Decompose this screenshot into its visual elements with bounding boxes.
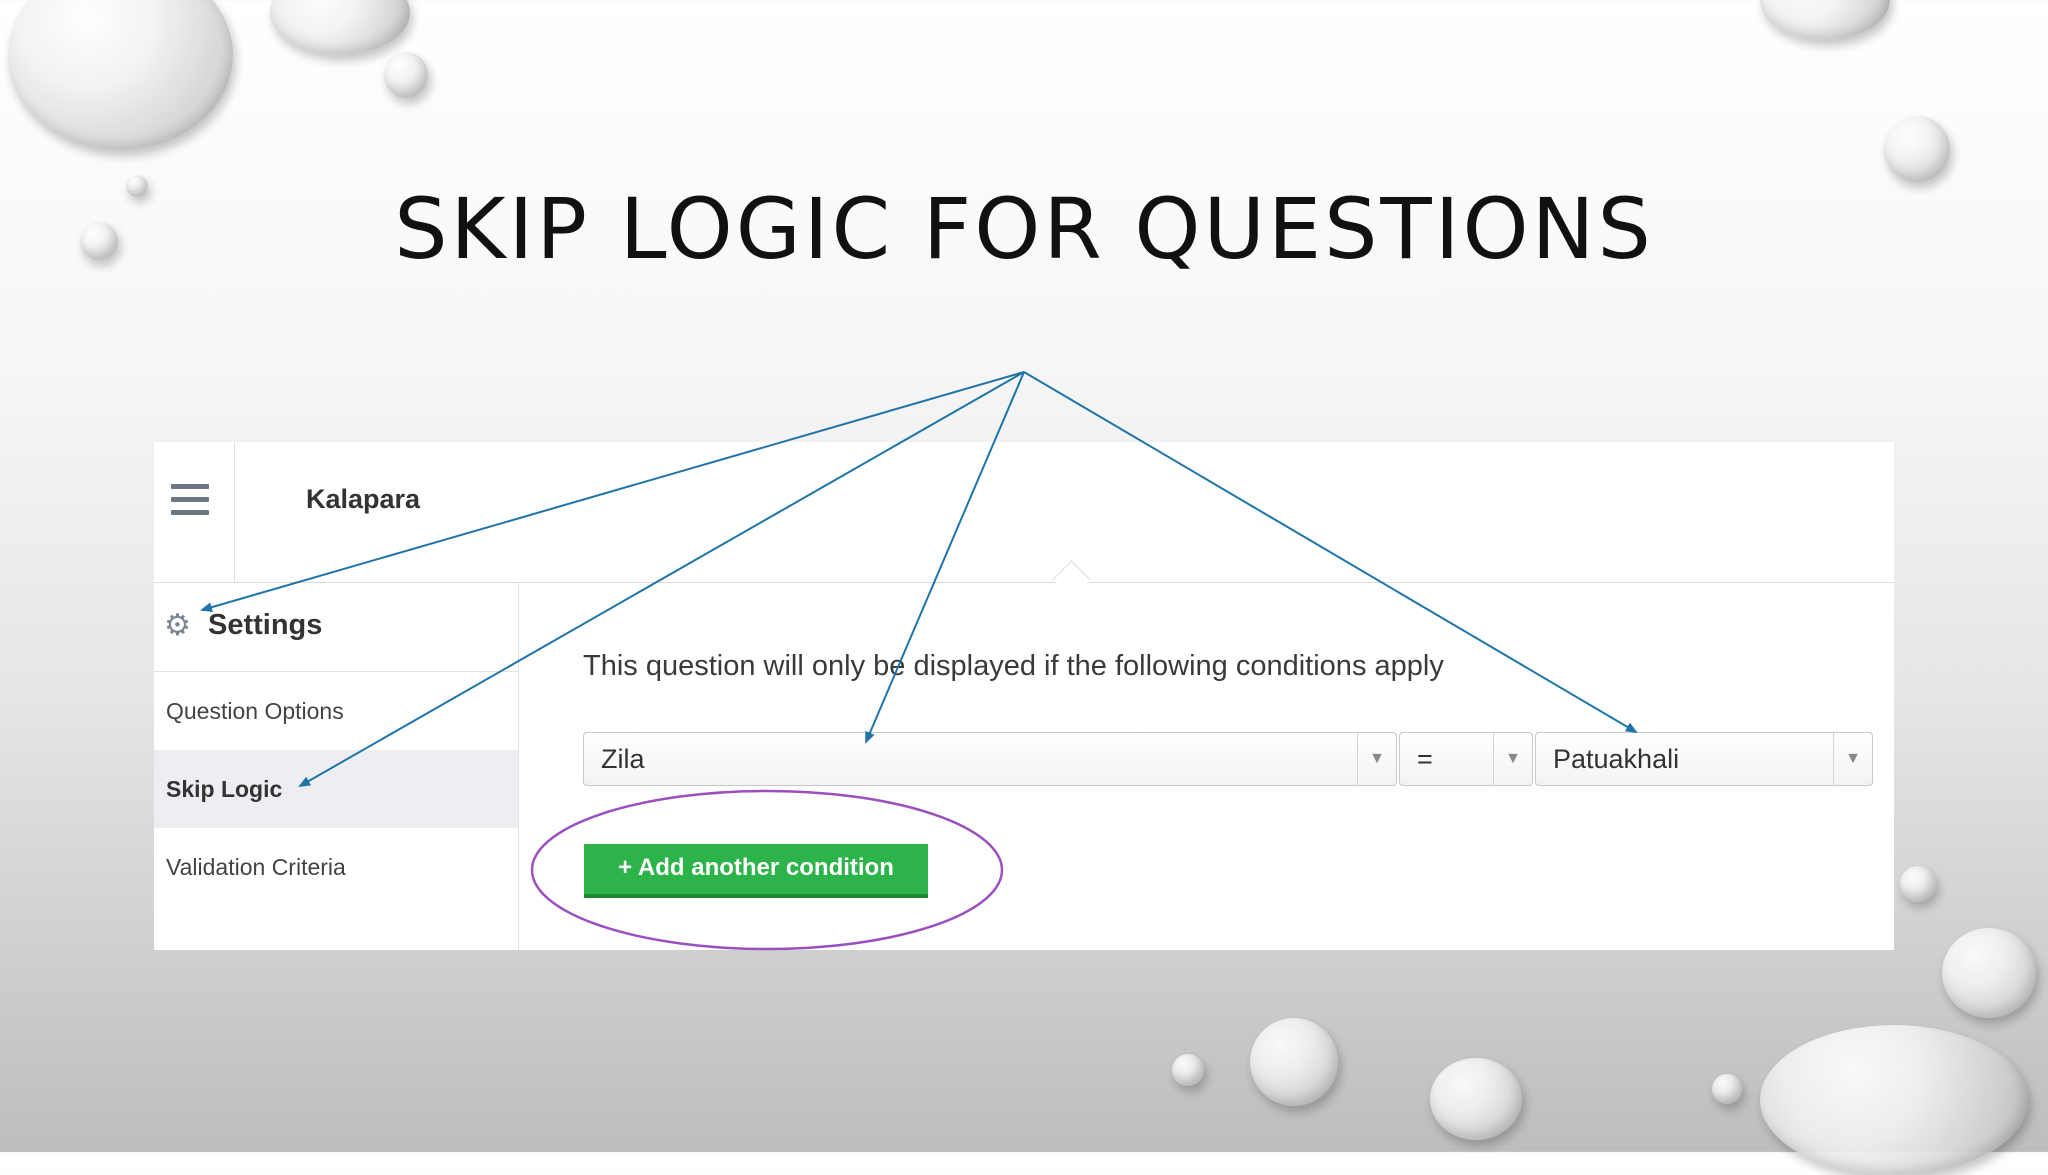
app-header: Kalapara (154, 442, 1894, 583)
sidebar-item-skip-logic[interactable]: Skip Logic (154, 750, 518, 828)
water-droplet (1430, 1058, 1522, 1140)
settings-sidebar: ⚙ Settings Question Options Skip Logic V… (154, 583, 519, 950)
operator-select-value: = (1417, 744, 1433, 774)
skip-logic-description: This question will only be displayed if … (583, 650, 1444, 682)
water-droplet (384, 52, 428, 98)
water-droplet (1942, 928, 2036, 1018)
form-builder-panel: Kalapara ⚙ Settings Question Options Ski… (154, 442, 1894, 950)
water-droplet (1884, 116, 1950, 182)
sidebar-item-validation-criteria[interactable]: Validation Criteria (154, 828, 518, 906)
add-another-condition-button[interactable]: + Add another condition (584, 844, 928, 898)
chevron-down-icon: ▼ (1357, 733, 1396, 785)
question-select-value: Zila (601, 744, 645, 774)
question-select[interactable]: Zila ▼ (583, 732, 1397, 786)
water-droplet (1172, 1054, 1204, 1086)
chevron-down-icon: ▼ (1493, 733, 1532, 785)
settings-label: Settings (208, 609, 323, 641)
water-droplet (1900, 866, 1936, 902)
value-select[interactable]: Patuakhali ▼ (1535, 732, 1873, 786)
settings-heading: ⚙ Settings (154, 583, 518, 672)
water-droplet (1250, 1018, 1338, 1106)
hamburger-menu-icon[interactable] (154, 442, 235, 582)
chevron-down-icon: ▼ (1833, 733, 1872, 785)
value-select-value: Patuakhali (1553, 744, 1680, 774)
slide-title: SKIP LOGIC FOR QUESTIONS (394, 180, 1654, 278)
project-name: Kalapara (306, 484, 421, 514)
water-droplet (1760, 0, 1890, 40)
water-droplet (8, 0, 233, 150)
water-droplet (1712, 1074, 1742, 1104)
water-droplet (270, 0, 410, 55)
water-droplet (1760, 1025, 2028, 1175)
sidebar-item-question-options[interactable]: Question Options (154, 672, 518, 750)
gear-icon: ⚙ (164, 609, 191, 642)
operator-select[interactable]: = ▼ (1399, 732, 1533, 786)
